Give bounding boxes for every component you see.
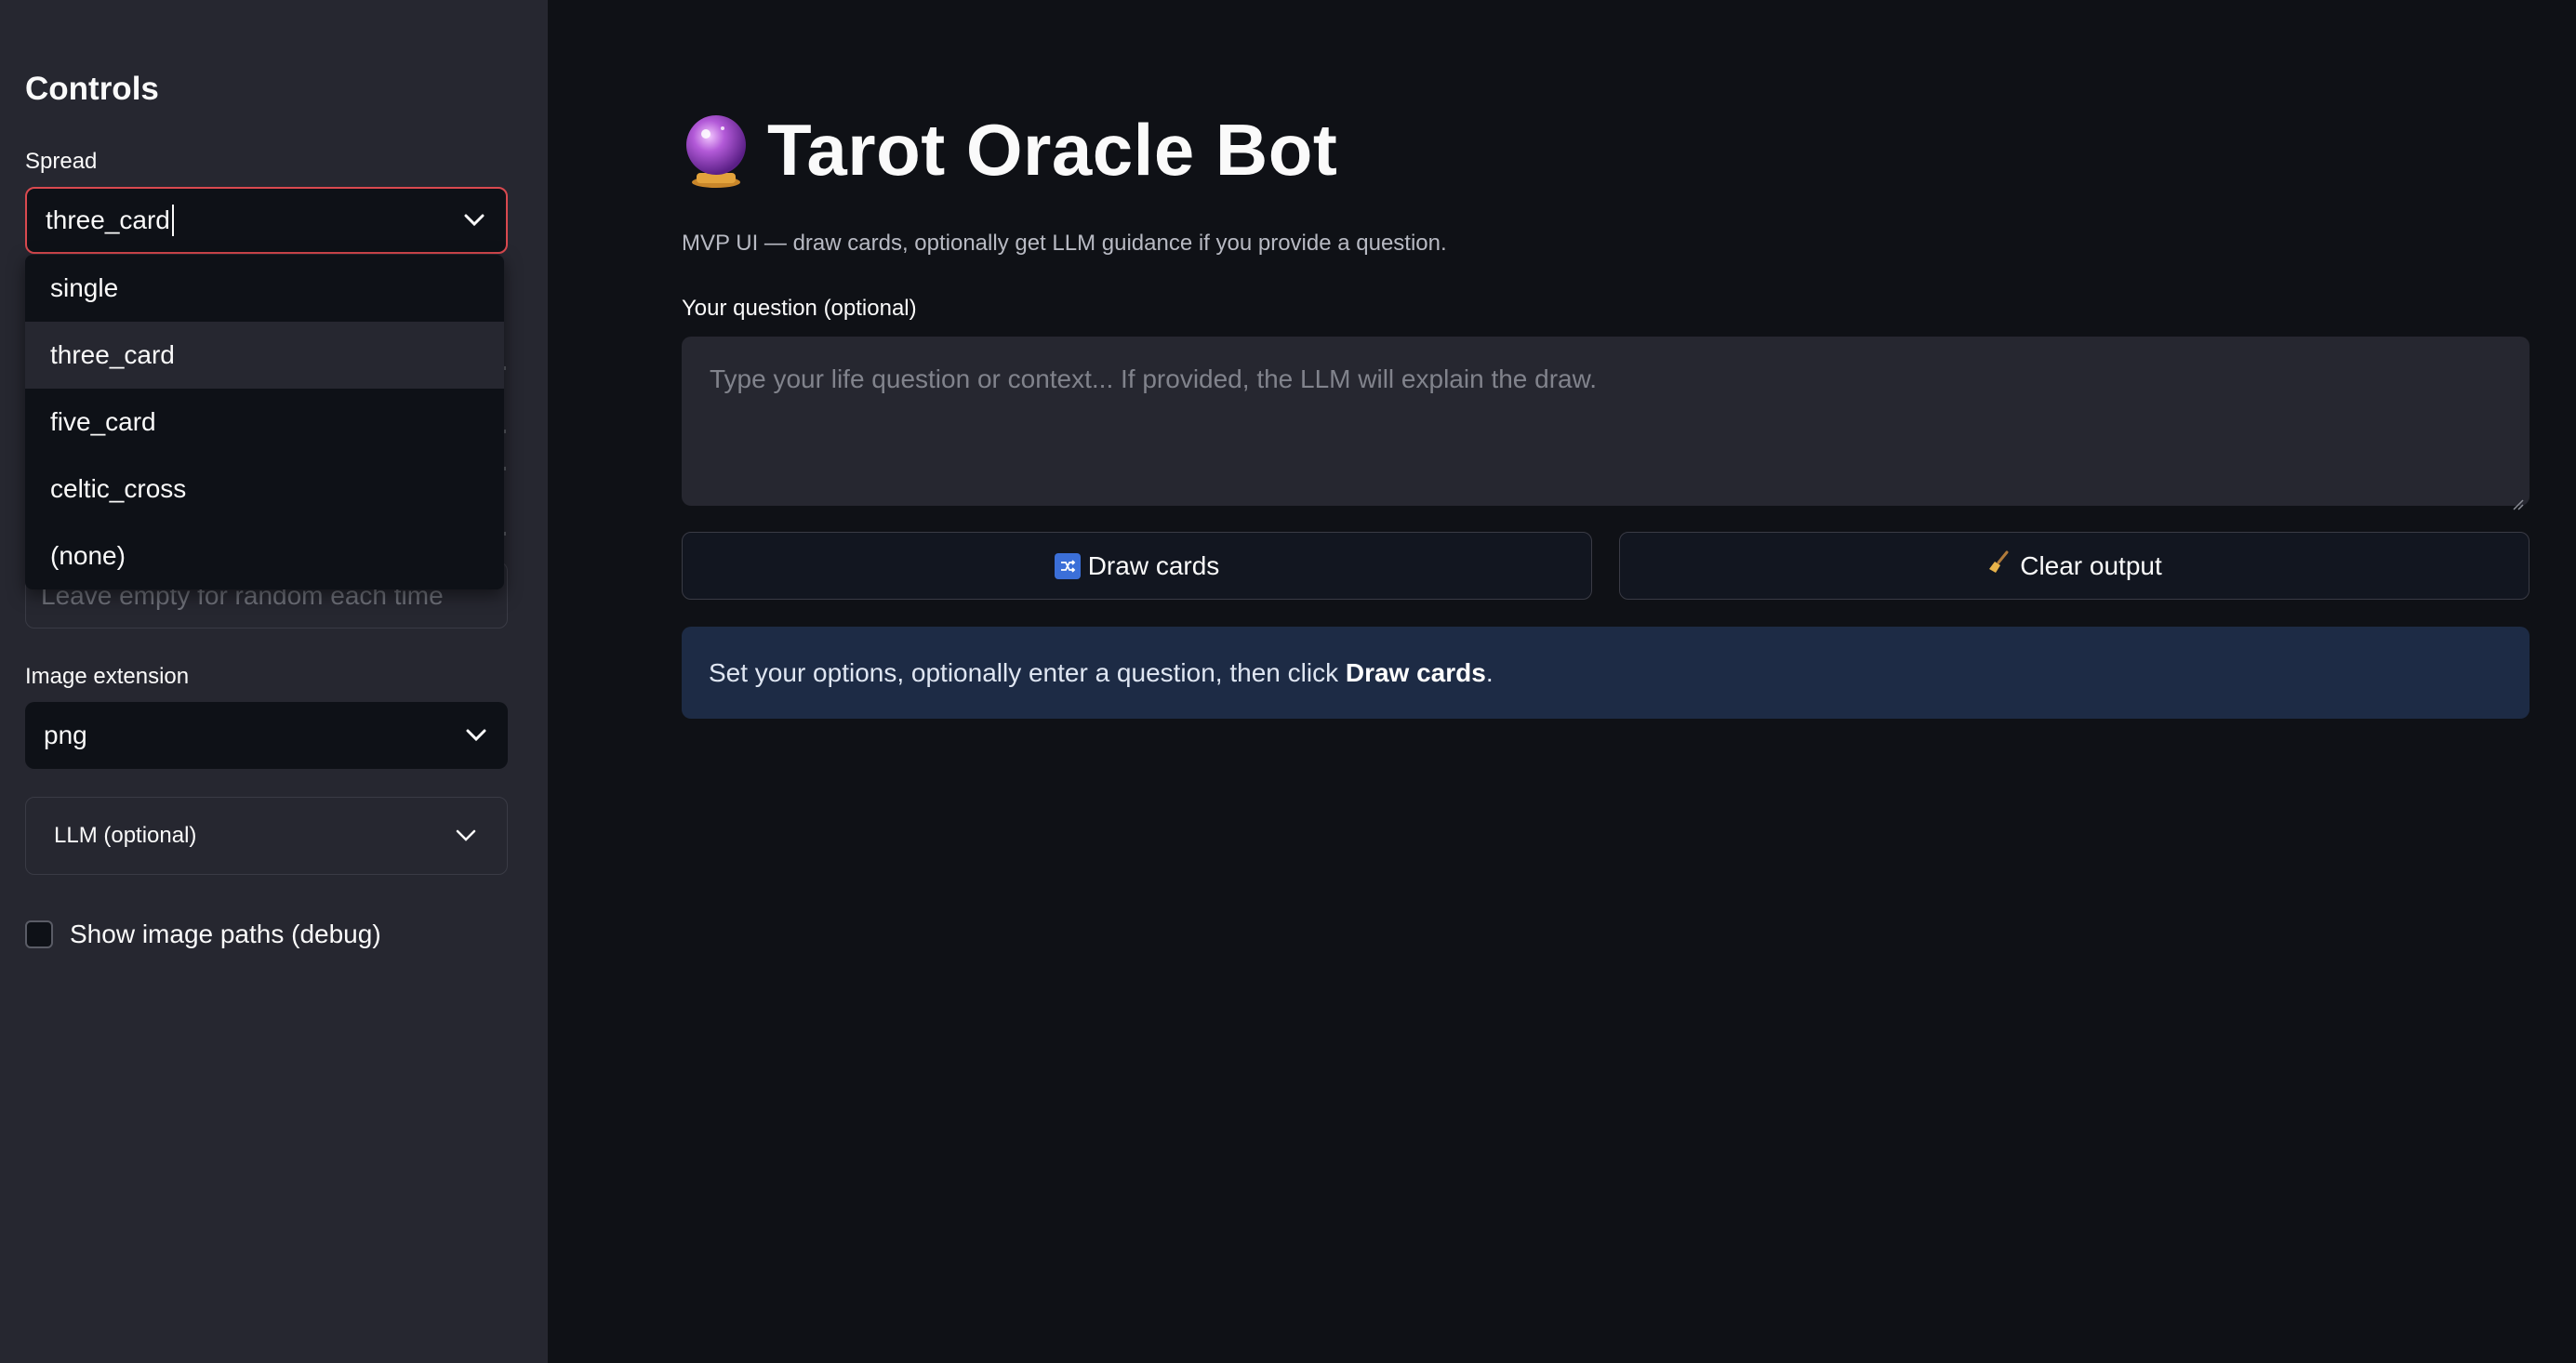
info-text-suffix: . — [1485, 657, 1494, 687]
llm-expander-label: LLM (optional) — [54, 823, 197, 848]
sidebar: Controls Spread three_card Leave empty f… — [0, 0, 548, 1363]
page-title: Tarot Oracle Bot — [767, 109, 1338, 191]
info-alert: Set your options, optionally enter a que… — [682, 627, 2530, 719]
info-text-prefix: Set your options, optionally enter a que… — [709, 657, 1346, 687]
spread-label: Spread — [25, 149, 98, 174]
main-content: Tarot Oracle Bot MVP UI — draw cards, op… — [548, 0, 2576, 1363]
chevron-down-icon — [461, 207, 487, 233]
dropdown-option-none[interactable]: (none) — [25, 523, 504, 589]
page-subtitle: MVP UI — draw cards, optionally get LLM … — [682, 231, 1447, 256]
image-extension-select[interactable]: png — [25, 702, 508, 769]
chevron-down-icon — [453, 823, 479, 849]
text-caret — [171, 205, 174, 236]
sidebar-title: Controls — [25, 71, 159, 107]
clear-output-label: Clear output — [2020, 550, 2162, 580]
draw-cards-label: Draw cards — [1087, 550, 1220, 580]
broom-icon — [1986, 549, 2012, 582]
debug-checkbox-row[interactable]: Show image paths (debug) — [25, 920, 381, 949]
debug-checkbox-label: Show image paths (debug) — [70, 920, 381, 948]
spread-dropdown-menu: single three_card five_card celtic_cross… — [25, 255, 504, 589]
question-label: Your question (optional) — [682, 296, 917, 321]
chevron-down-icon — [463, 722, 489, 748]
image-extension-value: png — [44, 721, 87, 749]
shuffle-icon — [1054, 552, 1081, 579]
dropdown-option-five-card[interactable]: five_card — [25, 389, 504, 456]
question-placeholder: Type your life question or context... If… — [710, 364, 1598, 393]
crystal-ball-icon — [682, 112, 750, 190]
clear-output-button[interactable]: Clear output — [1619, 532, 2530, 600]
spread-select-value: three_card — [46, 205, 170, 234]
resize-handle-icon[interactable] — [2511, 487, 2524, 510]
image-extension-label: Image extension — [25, 664, 190, 689]
app-root: Controls Spread three_card Leave empty f… — [0, 0, 2576, 1363]
debug-checkbox[interactable] — [25, 920, 53, 948]
dropdown-option-celtic-cross[interactable]: celtic_cross — [25, 456, 504, 523]
info-text-bold: Draw cards — [1345, 657, 1486, 687]
draw-cards-button[interactable]: Draw cards — [682, 532, 1592, 600]
question-textarea[interactable]: Type your life question or context... If… — [682, 337, 2530, 510]
page-header: Tarot Oracle Bot — [682, 108, 1337, 192]
spread-select[interactable]: three_card — [25, 187, 508, 254]
dropdown-option-single[interactable]: single — [25, 255, 504, 322]
spread-select-value-wrap: three_card — [46, 205, 461, 236]
llm-expander[interactable]: LLM (optional) — [25, 797, 508, 875]
dropdown-option-three-card[interactable]: three_card — [25, 322, 504, 389]
